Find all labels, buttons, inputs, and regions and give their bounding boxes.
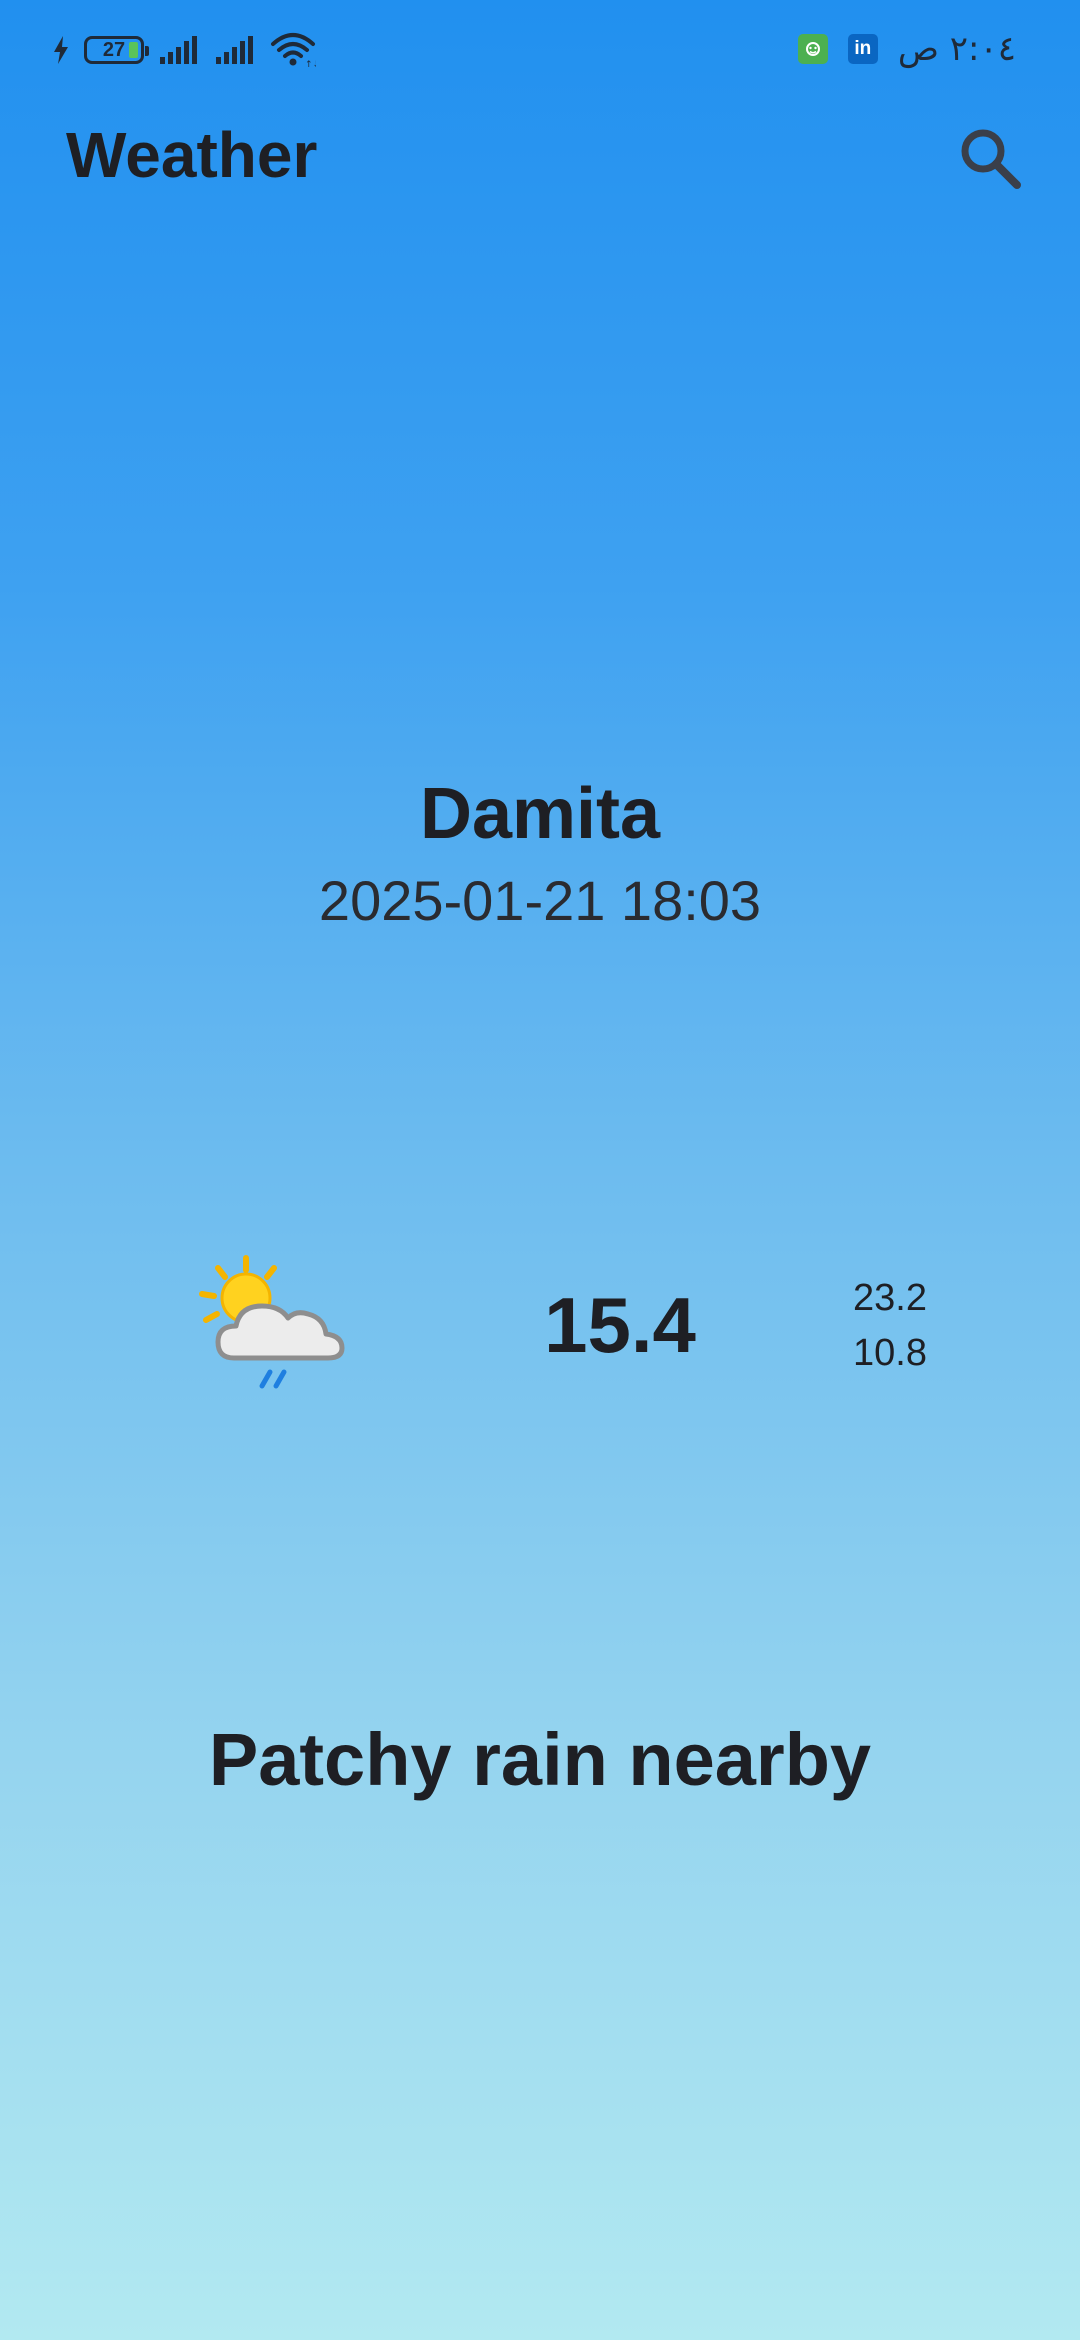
status-right-group: in ٢:٠٤ ص	[797, 26, 1016, 72]
min-temperature: 10.8	[853, 1332, 927, 1374]
current-temperature: 15.4	[544, 1281, 696, 1369]
linkedin-label: in	[854, 38, 872, 59]
linkedin-icon: in	[847, 34, 878, 64]
city-name: Damita	[419, 774, 661, 854]
max-temperature: 23.2	[853, 1277, 927, 1319]
local-datetime: 2025-01-21 18:03	[318, 869, 762, 932]
signal-icon-sim2	[216, 36, 253, 64]
search-button[interactable]	[950, 118, 1030, 198]
search-icon	[961, 129, 1021, 189]
battery-icon: 27	[84, 36, 149, 64]
charging-icon	[54, 36, 68, 64]
status-clock: ٢:٠٤ ص	[897, 29, 1016, 69]
green-app-icon	[797, 34, 828, 64]
patchy-rain-icon	[199, 1255, 345, 1389]
battery-charge-fill	[129, 42, 138, 58]
signal-icon-sim1	[160, 36, 197, 64]
svg-text:↑↓: ↑↓	[305, 60, 316, 68]
status-left-group: 27 ↑↓	[52, 28, 316, 72]
battery-level: 27	[102, 38, 126, 61]
app-title: Weather	[66, 119, 318, 191]
status-bar: 27 ↑↓	[0, 0, 1080, 100]
wifi-icon: ↑↓	[271, 33, 316, 68]
weather-condition: Patchy rain nearby	[208, 1718, 872, 1801]
